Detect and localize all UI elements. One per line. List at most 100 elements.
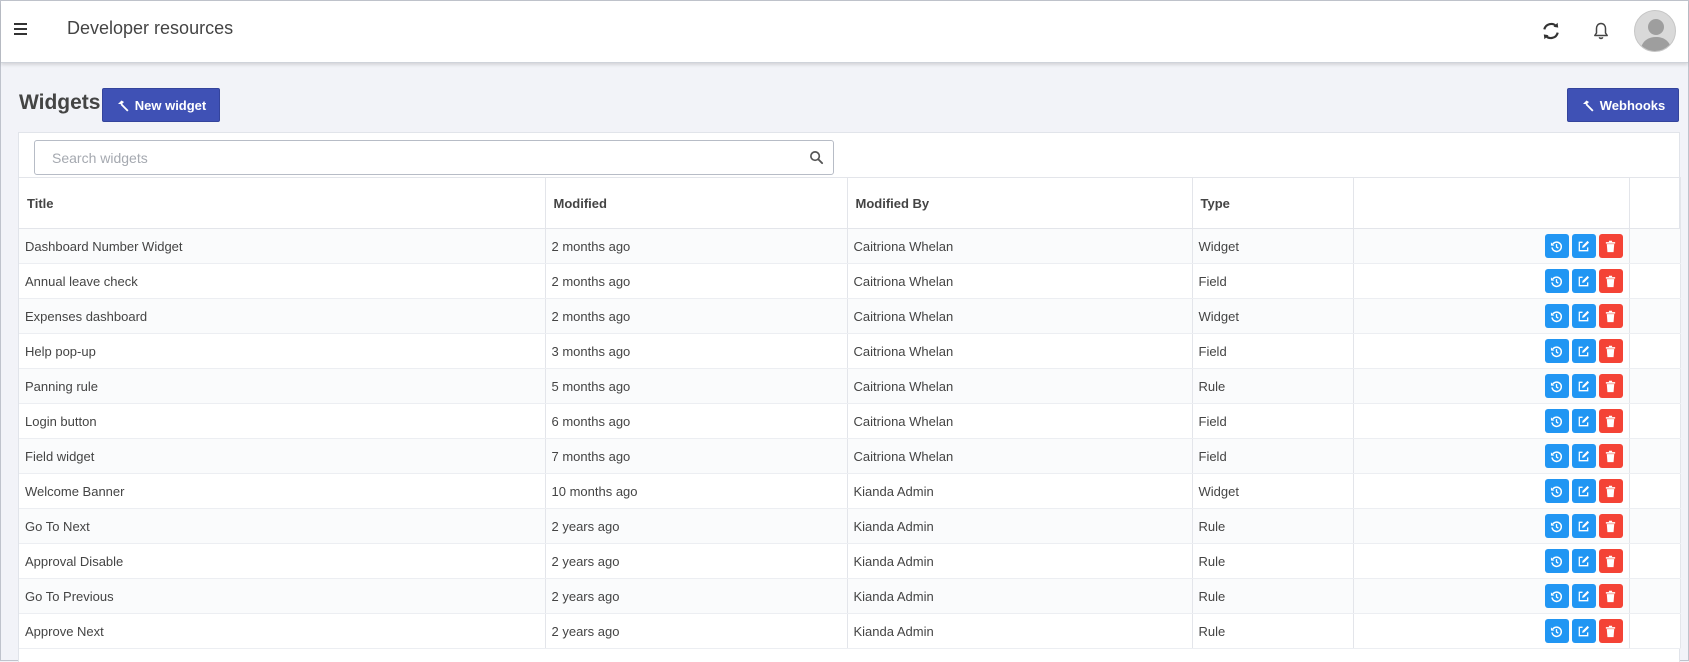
cell-title: Welcome Banner [19,473,546,509]
app-title: Developer resources [67,18,234,38]
bell-icon[interactable] [1589,19,1613,43]
table-row[interactable]: Expenses dashboard 2 months ago Caitriona … [19,298,1681,334]
cell-modified: 2 years ago [545,613,848,649]
trash-icon[interactable] [1598,339,1623,363]
edit-icon[interactable] [1571,584,1596,608]
column-header-modified-by[interactable]: Modified By [847,177,1193,229]
cell-spacer [1629,298,1681,334]
cell-modified-by: Kianda Admin [847,578,1193,614]
cell-modified: 6 months ago [545,403,848,439]
trash-icon[interactable] [1598,374,1623,398]
webhooks-button[interactable]: Webhooks [1567,88,1679,122]
cell-spacer [1629,228,1681,264]
cell-spacer [1629,438,1681,474]
history-icon[interactable] [1544,374,1569,398]
trash-icon[interactable] [1598,584,1623,608]
cell-actions [1353,263,1630,299]
table-row[interactable]: Annual leave check 2 months ago Caitriona … [19,263,1681,299]
edit-icon[interactable] [1571,444,1596,468]
history-icon[interactable] [1544,549,1569,573]
table-row[interactable]: Help pop-up 3 months ago Caitriona Whelan F… [19,333,1681,369]
user-avatar[interactable] [1634,10,1676,52]
table-row[interactable]: Welcome Banner 10 months ago Kianda Admin W… [19,473,1681,509]
table-row[interactable]: Go To Next 2 years ago Kianda Admin Rule [19,508,1681,544]
table-row[interactable]: Approve Next 2 years ago Kianda Admin Rule [19,613,1681,649]
edit-icon[interactable] [1571,304,1596,328]
trash-icon[interactable] [1598,549,1623,573]
search-icon[interactable] [809,150,824,165]
trash-icon[interactable] [1598,444,1623,468]
history-icon[interactable] [1544,619,1569,643]
edit-icon[interactable] [1571,234,1596,258]
history-icon[interactable] [1544,479,1569,503]
cell-type: Field [1192,333,1354,369]
history-icon[interactable] [1544,304,1569,328]
edit-icon[interactable] [1571,514,1596,538]
edit-icon[interactable] [1571,549,1596,573]
edit-icon[interactable] [1571,339,1596,363]
column-header-title[interactable]: Title [19,177,546,229]
table-row[interactable]: Field widget 7 months ago Caitriona Whelan… [19,438,1681,474]
table-row[interactable]: Panning rule 5 months ago Caitriona Whelan… [19,368,1681,404]
hamburger-menu-icon[interactable] [14,23,27,35]
edit-icon[interactable] [1571,409,1596,433]
cell-title: Dashboard Number Widget [19,228,546,264]
page-title: Widgets [19,91,101,114]
table-row[interactable]: Go To Previous 2 years ago Kianda Admin Rul… [19,578,1681,614]
cell-spacer [1629,368,1681,404]
table-row[interactable]: Dashboard Number Widget 2 months ago Caitr… [19,228,1681,264]
trash-icon[interactable] [1598,234,1623,258]
cell-modified: 10 months ago [545,473,848,509]
history-icon[interactable] [1544,269,1569,293]
history-icon[interactable] [1544,444,1569,468]
history-icon[interactable] [1544,234,1569,258]
column-header-type[interactable]: Type [1192,177,1354,229]
new-widget-button[interactable]: New widget [102,88,220,122]
cell-actions [1353,298,1630,334]
cell-modified: 2 months ago [545,298,848,334]
trash-icon[interactable] [1598,514,1623,538]
cell-modified-by: Kianda Admin [847,613,1193,649]
cell-modified: 2 months ago [545,228,848,264]
cell-spacer [1629,578,1681,614]
cell-title: Panning rule [19,368,546,404]
history-icon[interactable] [1544,339,1569,363]
cell-modified-by: Caitriona Whelan [847,228,1193,264]
search-box [34,140,834,175]
table-row[interactable]: Approval Disable 2 years ago Kianda Admin R… [19,543,1681,579]
table-row[interactable]: Login button 6 months ago Caitriona Whelan… [19,403,1681,439]
edit-icon[interactable] [1571,374,1596,398]
cell-spacer [1629,543,1681,579]
cell-spacer [1629,473,1681,509]
cell-modified: 2 months ago [545,263,848,299]
edit-icon[interactable] [1571,479,1596,503]
cell-modified-by: Kianda Admin [847,543,1193,579]
cell-type: Field [1192,438,1354,474]
cell-title: Help pop-up [19,333,546,369]
history-icon[interactable] [1544,514,1569,538]
cell-modified: 2 years ago [545,578,848,614]
cell-title: Approve Next [19,613,546,649]
edit-icon[interactable] [1571,619,1596,643]
cell-actions [1353,543,1630,579]
history-icon[interactable] [1544,409,1569,433]
cell-modified-by: Caitriona Whelan [847,368,1193,404]
refresh-icon[interactable] [1539,19,1563,43]
cell-type: Rule [1192,368,1354,404]
history-icon[interactable] [1544,584,1569,608]
edit-icon[interactable] [1571,269,1596,293]
column-header-modified[interactable]: Modified [545,177,848,229]
cell-actions [1353,508,1630,544]
trash-icon[interactable] [1598,269,1623,293]
new-widget-label: New widget [134,97,207,113]
cell-type: Rule [1192,578,1354,614]
trash-icon[interactable] [1598,409,1623,433]
trash-icon[interactable] [1598,479,1623,503]
trash-icon[interactable] [1598,619,1623,643]
cell-title: Go To Next [19,508,546,544]
trash-icon[interactable] [1598,304,1623,328]
search-input[interactable] [35,141,795,174]
cell-modified-by: Kianda Admin [847,508,1193,544]
cell-spacer [1629,403,1681,439]
cell-title: Field widget [19,438,546,474]
